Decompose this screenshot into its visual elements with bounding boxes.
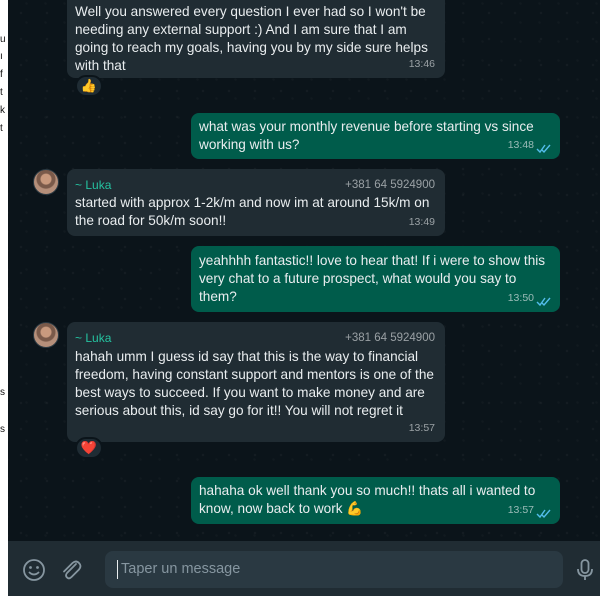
message-line: yeahhhh fantastic!! love to hear that! I…: [199, 253, 546, 268]
sender-phone: +381 64 5924900: [345, 179, 435, 191]
message-incoming[interactable]: ~ Luka +381 64 5924900 started with appr…: [67, 169, 445, 236]
read-ticks-icon: [536, 144, 551, 154]
chat-panel[interactable]: Well you answered every question I ever …: [8, 0, 600, 541]
message-time: 13:57: [408, 422, 435, 434]
message-text: started with approx 1-2k/m and now im at…: [75, 194, 437, 230]
text-caret: [117, 560, 118, 579]
message-line: Well you answered every question I ever …: [75, 4, 426, 19]
edge-glyph: ı: [0, 51, 3, 62]
message-text: hahah umm I guess id say that this is th…: [75, 348, 437, 420]
message-time: 13:50: [507, 292, 534, 304]
message-line: serious about this, id say go for it!! Y…: [75, 403, 403, 418]
edge-glyph: t: [0, 87, 3, 98]
message-line: needing any external support :) And I am…: [75, 22, 407, 37]
reaction-badge[interactable]: ❤️: [75, 437, 103, 459]
message-text: Well you answered every question I ever …: [75, 3, 437, 75]
message-outgoing[interactable]: hahaha ok well thank you so much!! thats…: [191, 477, 560, 524]
sender-phone: +381 64 5924900: [345, 332, 435, 344]
message-text: what was your monthly revenue before sta…: [199, 118, 552, 154]
emoji-icon[interactable]: [21, 557, 47, 583]
message-line: the road for 50k/m soon!!: [75, 213, 227, 228]
message-line: started with approx 1-2k/m and now im at…: [75, 195, 430, 210]
message-time: 13:57: [507, 504, 534, 516]
message-outgoing[interactable]: yeahhhh fantastic!! love to hear that! I…: [191, 246, 560, 312]
composer-bar: Taper un message: [8, 541, 600, 596]
message-line: hahah umm I guess id say that this is th…: [75, 349, 419, 364]
message-incoming[interactable]: Well you answered every question I ever …: [67, 0, 445, 78]
message-line: working with us?: [199, 137, 300, 152]
message-line: with that: [75, 58, 126, 73]
message-input-placeholder: Taper un message: [121, 561, 241, 577]
message-line: freedom, having constant support and men…: [75, 367, 434, 382]
message-text: yeahhhh fantastic!! love to hear that! I…: [199, 252, 552, 306]
message-time: 13:48: [507, 139, 534, 151]
edge-glyph: k: [0, 105, 5, 116]
message-line: what was your monthly revenue before sta…: [199, 119, 534, 134]
message-line: very chat to a future prospect, what wou…: [199, 271, 517, 304]
sender-name[interactable]: ~ Luka: [75, 176, 111, 194]
message-time: 13:46: [408, 58, 435, 70]
message-line: best ways to succeed. If you want to mak…: [75, 385, 425, 400]
message-input[interactable]: Taper un message: [105, 551, 563, 588]
avatar[interactable]: [33, 169, 59, 195]
message-text: hahaha ok well thank you so much!! thats…: [199, 482, 552, 518]
sender-name[interactable]: ~ Luka: [75, 329, 111, 347]
microphone-icon[interactable]: [572, 557, 598, 583]
message-outgoing[interactable]: what was your monthly revenue before sta…: [191, 113, 560, 159]
paperclip-icon[interactable]: [58, 557, 84, 583]
read-ticks-icon: [536, 297, 551, 307]
left-window-edge: u ı f t k t s s: [0, 0, 8, 596]
avatar[interactable]: [33, 322, 59, 348]
edge-glyph: s: [0, 387, 5, 398]
edge-glyph: f: [0, 69, 3, 80]
edge-glyph: t: [0, 123, 3, 134]
message-incoming[interactable]: ~ Luka +381 64 5924900 hahah umm I guess…: [67, 322, 445, 442]
edge-glyph: u: [0, 34, 6, 45]
message-line: know, now back to work 💪: [199, 501, 364, 516]
message-line: hahaha ok well thank you so much!! thats…: [199, 483, 536, 498]
reaction-badge[interactable]: 👍: [75, 75, 103, 97]
read-ticks-icon: [536, 509, 551, 519]
edge-glyph: s: [0, 424, 5, 435]
message-line: going to reach my goals, having you by m…: [75, 40, 428, 55]
message-time: 13:49: [408, 216, 435, 228]
